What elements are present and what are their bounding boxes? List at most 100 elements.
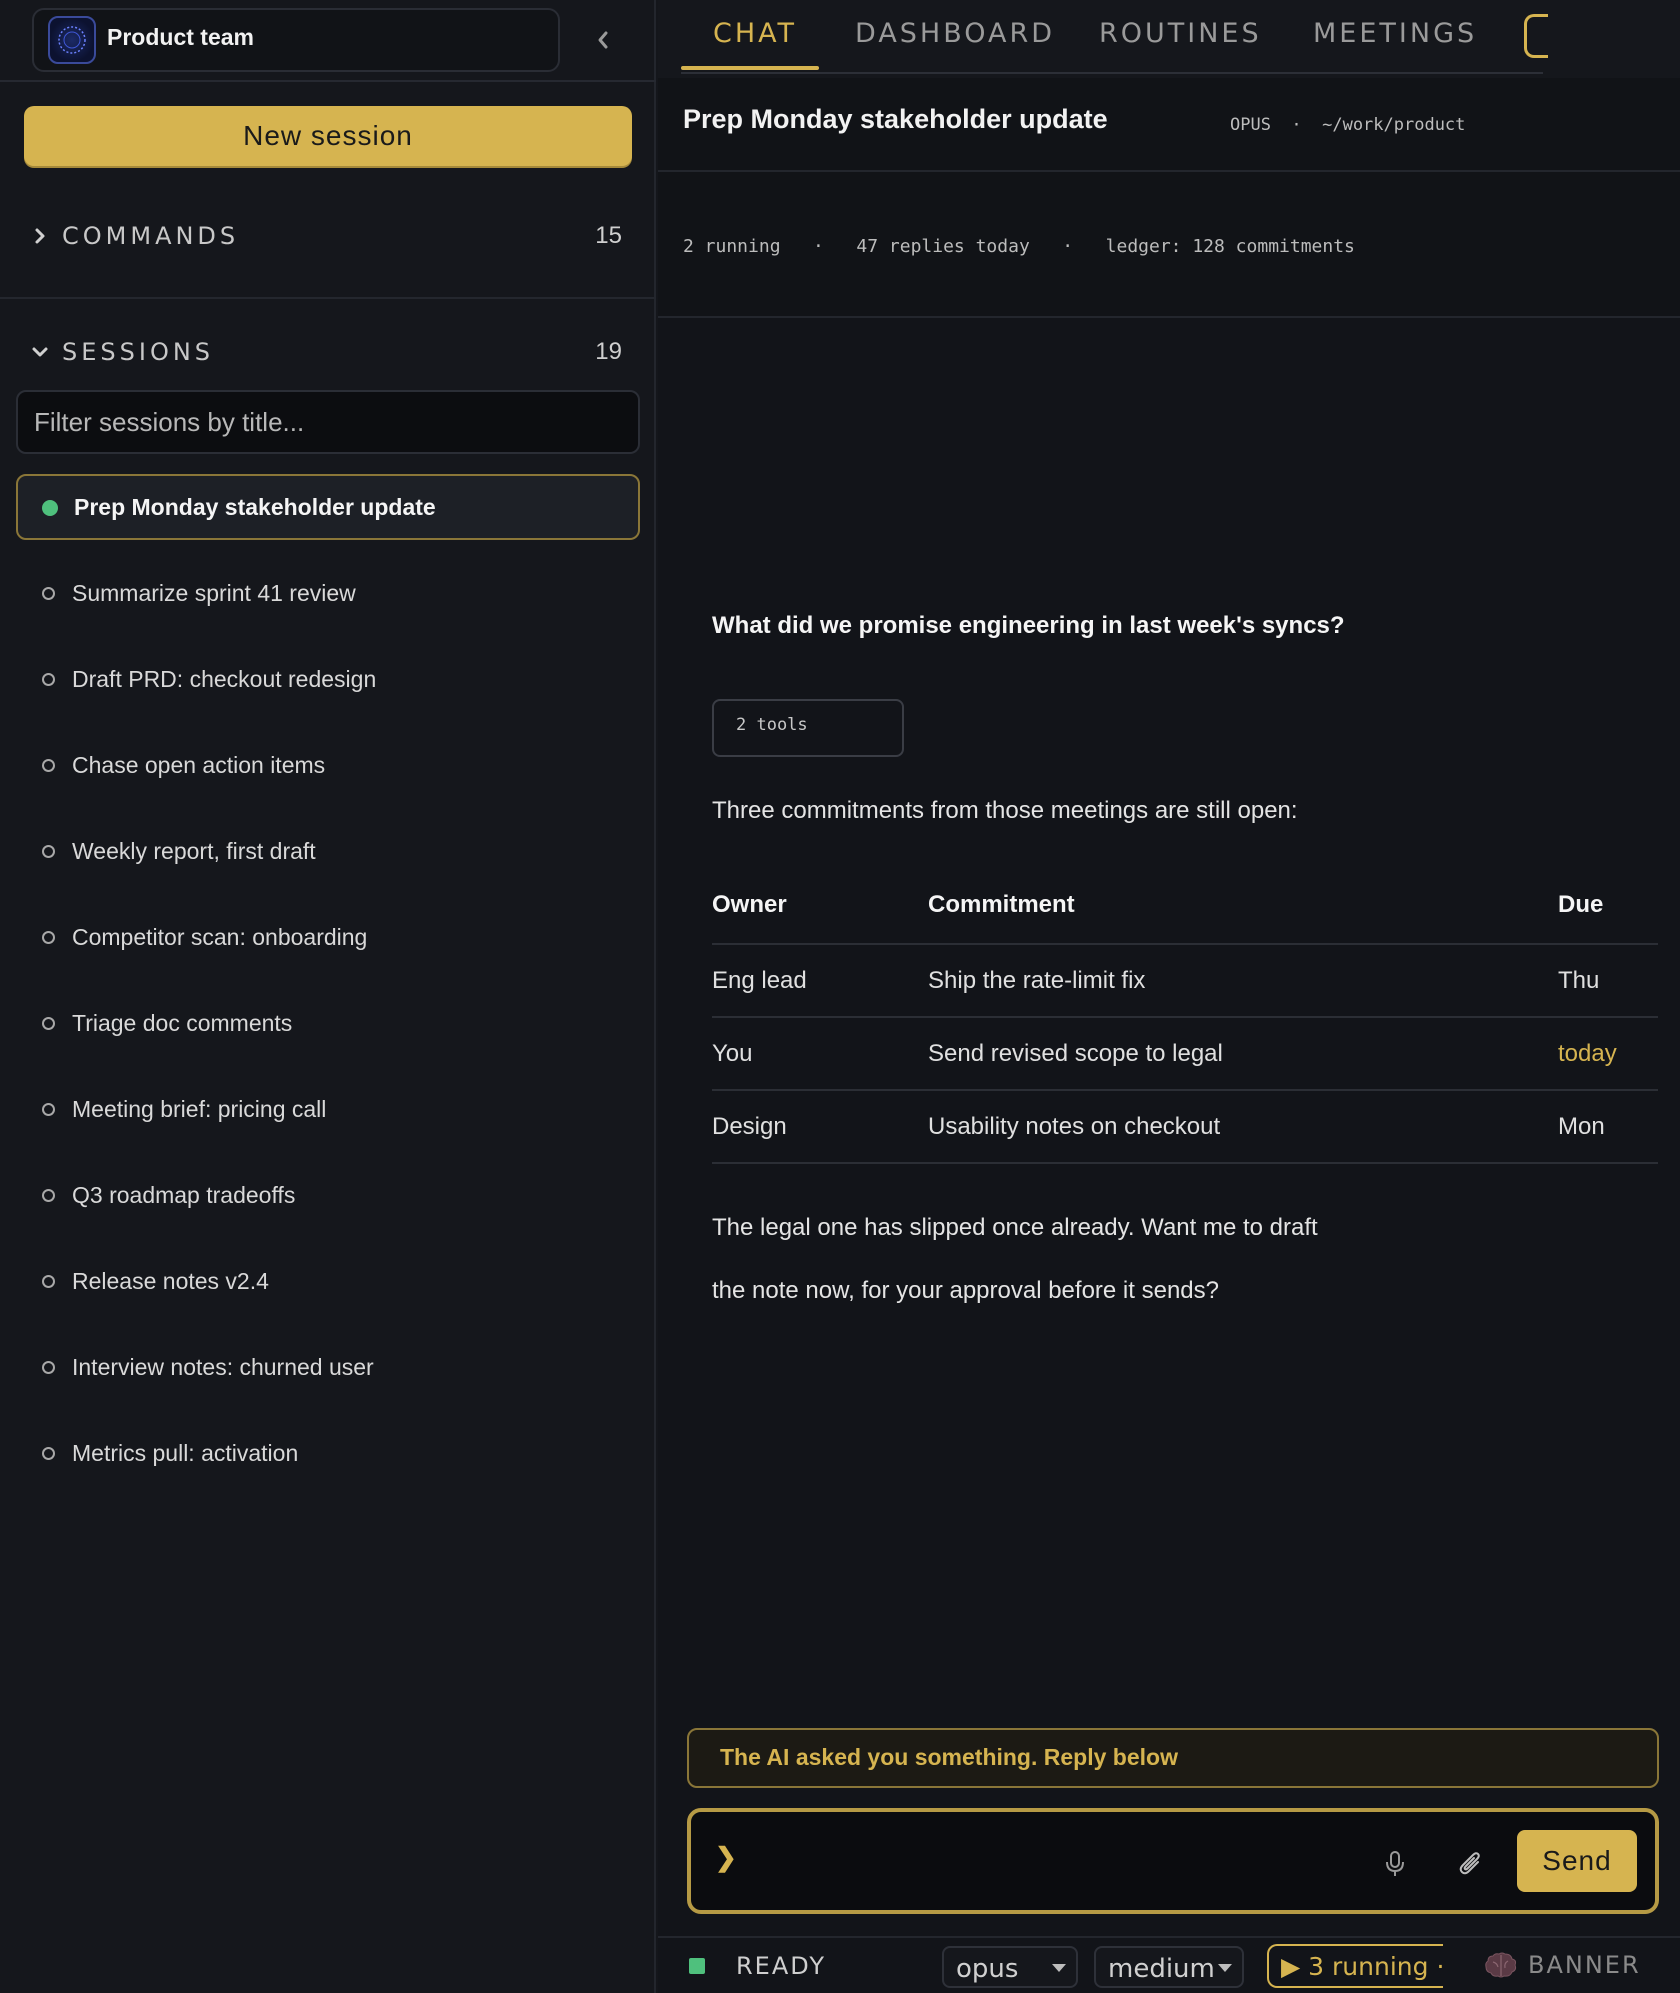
- collapse-sidebar-button[interactable]: [590, 26, 616, 54]
- column-header-owner: Owner: [712, 890, 787, 918]
- thread-meta: OPUS · ~/work/product: [1230, 115, 1466, 135]
- tab-overflow-button[interactable]: [1524, 14, 1548, 58]
- session-item[interactable]: Meeting brief: pricing call: [16, 1066, 640, 1152]
- owner-cell: You: [712, 1016, 928, 1090]
- session-status-dot: [42, 1275, 55, 1288]
- thread-header: Prep Monday stakeholder update OPUS · ~/…: [658, 78, 1680, 172]
- session-title: Meeting brief: pricing call: [72, 1095, 327, 1122]
- session-item[interactable]: Triage doc comments: [16, 980, 640, 1066]
- team-logo-mark: [58, 26, 86, 54]
- session-item[interactable]: Q3 roadmap tradeoffs: [16, 1152, 640, 1238]
- model-select-value: opus: [956, 1954, 1019, 1984]
- followup-line: the note now, for your approval before i…: [712, 1277, 1219, 1304]
- team-name: Product team: [107, 24, 254, 50]
- session-item[interactable]: Competitor scan: onboarding: [16, 894, 640, 980]
- model-select[interactable]: opus: [942, 1946, 1078, 1988]
- ready-status-text: READY: [736, 1952, 827, 1980]
- session-title: Q3 roadmap tradeoffs: [72, 1181, 296, 1208]
- session-title: Weekly report, first draft: [72, 837, 316, 864]
- sessions-count: 19: [595, 338, 622, 365]
- effort-select-value: medium: [1108, 1954, 1215, 1984]
- session-title: Prep Monday stakeholder update: [74, 493, 436, 520]
- session-item[interactable]: Summarize sprint 41 review: [16, 550, 640, 636]
- owner-cell: Design: [712, 1089, 928, 1164]
- chevron-down-icon: [30, 342, 50, 362]
- message-composer[interactable]: ❯ Send: [687, 1808, 1659, 1914]
- table-row: Design Usability notes on checkout Mon: [712, 1089, 1658, 1164]
- session-status-dot: [42, 1189, 55, 1202]
- session-status-dot: [42, 1103, 55, 1116]
- session-item[interactable]: Release notes v2.4: [16, 1238, 640, 1324]
- commitment-cell: Ship the rate-limit fix: [928, 943, 1558, 1017]
- commands-count: 15: [595, 222, 622, 249]
- stats-text: 2 running · 47 replies today · ledger: 1…: [683, 236, 1355, 257]
- column-header-due: Due: [1558, 890, 1604, 918]
- microphone-icon: [1386, 1851, 1404, 1876]
- session-item[interactable]: Draft PRD: checkout redesign: [16, 636, 640, 722]
- sidebar: Product team New session COMMANDS 15 SES…: [0, 0, 656, 1993]
- followup-line: The legal one has slipped once already. …: [712, 1214, 1318, 1241]
- session-status-dot: [42, 587, 55, 600]
- team-logo: [48, 16, 96, 64]
- reply-notice: The AI asked you something. Reply below: [687, 1728, 1659, 1788]
- banner-toggle[interactable]: BANNER: [1484, 1950, 1641, 1980]
- chevron-right-icon: [30, 226, 50, 246]
- session-status-dot: [42, 759, 55, 772]
- sessions-section-toggle[interactable]: SESSIONS 19: [30, 332, 630, 372]
- session-title: Chase open action items: [72, 751, 326, 778]
- session-status-dot: [42, 1361, 55, 1374]
- tab-bar-baseline: [681, 72, 1543, 74]
- session-item[interactable]: Metrics pull: activation: [16, 1410, 640, 1496]
- chevron-left-icon: [598, 31, 608, 49]
- session-item[interactable]: Prep Monday stakeholder update: [16, 474, 640, 540]
- session-list: Prep Monday stakeholder update Summarize…: [16, 474, 640, 1496]
- commands-section-toggle[interactable]: COMMANDS 15: [30, 216, 630, 256]
- session-status-dot: [42, 845, 55, 858]
- new-session-button[interactable]: New session: [24, 106, 632, 166]
- effort-select[interactable]: medium: [1094, 1946, 1244, 1988]
- due-cell: today: [1558, 1016, 1658, 1090]
- caret-down-icon: [1052, 1964, 1066, 1972]
- session-status-dot: [42, 931, 55, 944]
- caret-down-icon: [1218, 1964, 1232, 1972]
- tab-meetings[interactable]: MEETINGS: [1313, 18, 1477, 49]
- tab-dashboard[interactable]: DASHBOARD: [855, 18, 1055, 49]
- session-title: Summarize sprint 41 review: [72, 579, 356, 606]
- owner-cell: Eng lead: [712, 943, 928, 1017]
- session-title: Interview notes: churned user: [72, 1353, 374, 1380]
- session-title: Release notes v2.4: [72, 1267, 269, 1294]
- send-button[interactable]: Send: [1517, 1830, 1637, 1892]
- running-jobs-button[interactable]: ▶ 3 running ·: [1267, 1944, 1443, 1988]
- session-item[interactable]: Weekly report, first draft: [16, 808, 640, 894]
- commitments-table: Owner Commitment Due Eng lead Ship the r…: [712, 866, 1658, 1164]
- thread-title: Prep Monday stakeholder update: [683, 104, 1108, 134]
- session-status-dot: [42, 500, 58, 516]
- session-item[interactable]: Chase open action items: [16, 722, 640, 808]
- tab-chat[interactable]: CHAT: [713, 18, 797, 49]
- table-row: Eng lead Ship the rate-limit fix Thu: [712, 943, 1658, 1017]
- session-title: Competitor scan: onboarding: [72, 923, 368, 950]
- column-header-commitment: Commitment: [928, 890, 1075, 918]
- main-panel: CHAT DASHBOARD ROUTINES MEETINGS Prep Mo…: [658, 0, 1680, 1993]
- attach-button[interactable]: [1455, 1848, 1487, 1880]
- commitment-cell: Send revised scope to legal: [928, 1016, 1558, 1090]
- tab-routines[interactable]: ROUTINES: [1099, 18, 1262, 49]
- banner-label: BANNER: [1528, 1951, 1641, 1979]
- table-header-row: Owner Commitment Due: [712, 866, 1658, 944]
- session-status-dot: [42, 673, 55, 686]
- session-filter-input[interactable]: [16, 390, 640, 454]
- team-header: Product team: [0, 0, 656, 82]
- session-title: Triage doc comments: [72, 1009, 293, 1036]
- session-title: Draft PRD: checkout redesign: [72, 665, 377, 692]
- session-item[interactable]: Interview notes: churned user: [16, 1324, 640, 1410]
- user-message: What did we promise engineering in last …: [712, 612, 1345, 639]
- app-window: Product team New session COMMANDS 15 SES…: [0, 0, 1680, 1993]
- session-status-dot: [42, 1017, 55, 1030]
- microphone-button[interactable]: [1379, 1848, 1411, 1880]
- due-cell: Thu: [1558, 943, 1658, 1017]
- status-bar: READY opus medium ▶ 3 running · BANNER: [658, 1936, 1680, 1993]
- sessions-section-title: SESSIONS: [62, 338, 215, 366]
- assistant-intro: Three commitments from those meetings ar…: [712, 797, 1298, 824]
- session-status-dot: [42, 1447, 55, 1460]
- tools-chip[interactable]: 2 tools: [712, 699, 904, 757]
